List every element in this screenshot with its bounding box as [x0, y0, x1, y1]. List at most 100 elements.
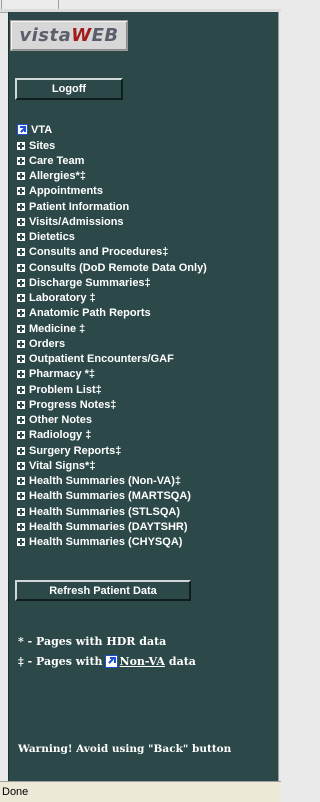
- expand-plus-icon[interactable]: [17, 172, 25, 181]
- tree-item-label: Pharmacy *‡: [29, 368, 96, 381]
- logo-text-vista: vista: [19, 25, 72, 46]
- expand-plus-icon[interactable]: [17, 355, 25, 364]
- expand-plus-icon[interactable]: [17, 187, 25, 196]
- tree-item-label: Radiology ‡: [29, 429, 92, 442]
- tree-item-label: Laboratory ‡: [29, 292, 96, 305]
- tree-item-label: Allergies*‡: [29, 170, 86, 183]
- tree-item[interactable]: Discharge Summaries‡: [17, 275, 279, 290]
- tree-item-label: Care Team: [29, 154, 85, 167]
- tree-item[interactable]: Problem List‡: [17, 382, 279, 397]
- legend-nonva-row: ‡ - Pages with Non-VA data: [18, 651, 278, 671]
- expand-plus-icon[interactable]: [17, 461, 25, 470]
- expand-plus-icon[interactable]: [17, 477, 25, 486]
- tree-item-label: Discharge Summaries‡: [29, 276, 151, 289]
- expand-plus-icon[interactable]: [17, 217, 25, 226]
- tree-item-label: Problem List‡: [29, 383, 102, 396]
- expand-plus-icon[interactable]: [17, 278, 25, 287]
- tree-item[interactable]: Care Team: [17, 153, 279, 168]
- tree-item[interactable]: Health Summaries (DAYTSHR): [17, 519, 279, 534]
- expand-plus-icon[interactable]: [17, 202, 25, 211]
- logo-text-w: W: [71, 25, 92, 46]
- tree-item[interactable]: Vital Signs*‡: [17, 458, 279, 473]
- tree-item-label: Surgery Reports‡: [29, 444, 122, 457]
- tree-item[interactable]: Medicine ‡: [17, 321, 279, 336]
- tree-item-label: Health Summaries (CHYSQA): [29, 536, 183, 549]
- tree-item[interactable]: Surgery Reports‡: [17, 443, 279, 458]
- tree-item-label: Vital Signs*‡: [29, 459, 96, 472]
- expand-plus-icon[interactable]: [17, 446, 25, 455]
- tree-item-label: Other Notes: [29, 414, 92, 427]
- tree-root-vta[interactable]: VTA: [17, 121, 279, 138]
- tree-item-label: Progress Notes‡: [29, 398, 117, 411]
- tree-item[interactable]: Orders: [17, 336, 279, 351]
- tree-item-label: Visits/Admissions: [29, 215, 124, 228]
- tree-item-label: Dietetics: [29, 231, 75, 244]
- expand-plus-icon[interactable]: [17, 507, 25, 516]
- logoff-button[interactable]: Logoff: [15, 78, 123, 100]
- expand-plus-icon[interactable]: [17, 156, 25, 165]
- tree-item-label: Health Summaries (STLSQA): [29, 505, 180, 518]
- tree-item[interactable]: Pharmacy *‡: [17, 367, 279, 382]
- tree-item-label: Patient Information: [29, 200, 130, 213]
- tree-item-label: Sites: [29, 139, 56, 152]
- refresh-patient-data-button[interactable]: Refresh Patient Data: [15, 580, 191, 601]
- tree-item-label: Medicine ‡: [29, 322, 86, 335]
- tree-item[interactable]: Health Summaries (STLSQA): [17, 504, 279, 519]
- legend-hdr-text: * - Pages with HDR data: [18, 634, 167, 648]
- expand-plus-icon[interactable]: [17, 385, 25, 394]
- tree-item[interactable]: Sites: [17, 138, 279, 153]
- legend-nonva-prefix: ‡ - Pages with: [18, 654, 103, 668]
- tree-item[interactable]: Radiology ‡: [17, 428, 279, 443]
- expand-plus-icon[interactable]: [17, 324, 25, 333]
- tree-item[interactable]: Dietetics: [17, 230, 279, 245]
- expand-plus-icon[interactable]: [17, 370, 25, 379]
- tree-item[interactable]: Health Summaries (CHYSQA): [17, 535, 279, 550]
- expand-plus-icon[interactable]: [17, 263, 25, 272]
- legend-hdr-row: * - Pages with HDR data: [18, 631, 278, 651]
- logo-text-eb: EB: [91, 25, 119, 46]
- tree-item[interactable]: Consults (DoD Remote Data Only): [17, 260, 279, 275]
- expand-plus-icon[interactable]: [17, 339, 25, 348]
- tree-item-label: Appointments: [29, 185, 103, 198]
- expand-plus-icon[interactable]: [17, 538, 25, 547]
- expand-plus-icon[interactable]: [17, 492, 25, 501]
- tree-item[interactable]: Outpatient Encounters/GAF: [17, 352, 279, 367]
- tree-item[interactable]: Laboratory ‡: [17, 291, 279, 306]
- tree-item[interactable]: Patient Information: [17, 199, 279, 214]
- status-bar: Done: [0, 781, 281, 802]
- tree-root-label: VTA: [31, 123, 53, 136]
- expand-plus-icon[interactable]: [17, 416, 25, 425]
- tree-item-label: Orders: [29, 337, 66, 350]
- status-text: Done: [2, 786, 29, 798]
- tree-item[interactable]: Health Summaries (Non-VA)‡: [17, 474, 279, 489]
- tree-item[interactable]: Appointments: [17, 184, 279, 199]
- external-link-icon: [104, 654, 118, 668]
- expand-plus-icon[interactable]: [17, 400, 25, 409]
- tree-item-label: Anatomic Path Reports: [29, 307, 151, 320]
- expand-plus-icon[interactable]: [17, 141, 25, 150]
- non-va-link[interactable]: Non-VA: [120, 655, 165, 668]
- back-button-warning: Warning! Avoid using "Back" button: [18, 743, 232, 755]
- expand-plus-icon[interactable]: [17, 248, 25, 257]
- external-link-icon: [17, 124, 28, 135]
- legend: * - Pages with HDR data ‡ - Pages with N…: [18, 631, 278, 671]
- tree-item[interactable]: Consults and Procedures‡: [17, 245, 279, 260]
- expand-plus-icon[interactable]: [17, 309, 25, 318]
- expand-plus-icon[interactable]: [17, 294, 25, 303]
- tree-item[interactable]: Allergies*‡: [17, 169, 279, 184]
- tree-item-label: Health Summaries (MARTSQA): [29, 490, 191, 503]
- tree-item-label: Consults (DoD Remote Data Only): [29, 261, 207, 274]
- tree-item-label: Consults and Procedures‡: [29, 246, 169, 259]
- tree-item[interactable]: Health Summaries (MARTSQA): [17, 489, 279, 504]
- tree-item[interactable]: Other Notes: [17, 413, 279, 428]
- tree-item[interactable]: Anatomic Path Reports: [17, 306, 279, 321]
- expand-plus-icon[interactable]: [17, 431, 25, 440]
- tree-item-label: Outpatient Encounters/GAF: [29, 353, 174, 366]
- expand-plus-icon[interactable]: [17, 233, 25, 242]
- tree-item[interactable]: Progress Notes‡: [17, 397, 279, 412]
- patient-data-tree: VTA Sites Care Team Allergies*‡ Appointment…: [17, 121, 279, 550]
- expand-plus-icon[interactable]: [17, 522, 25, 531]
- legend-nonva-suffix: data: [168, 654, 196, 668]
- tree-item-label: Health Summaries (DAYTSHR): [29, 520, 188, 533]
- tree-item[interactable]: Visits/Admissions: [17, 214, 279, 229]
